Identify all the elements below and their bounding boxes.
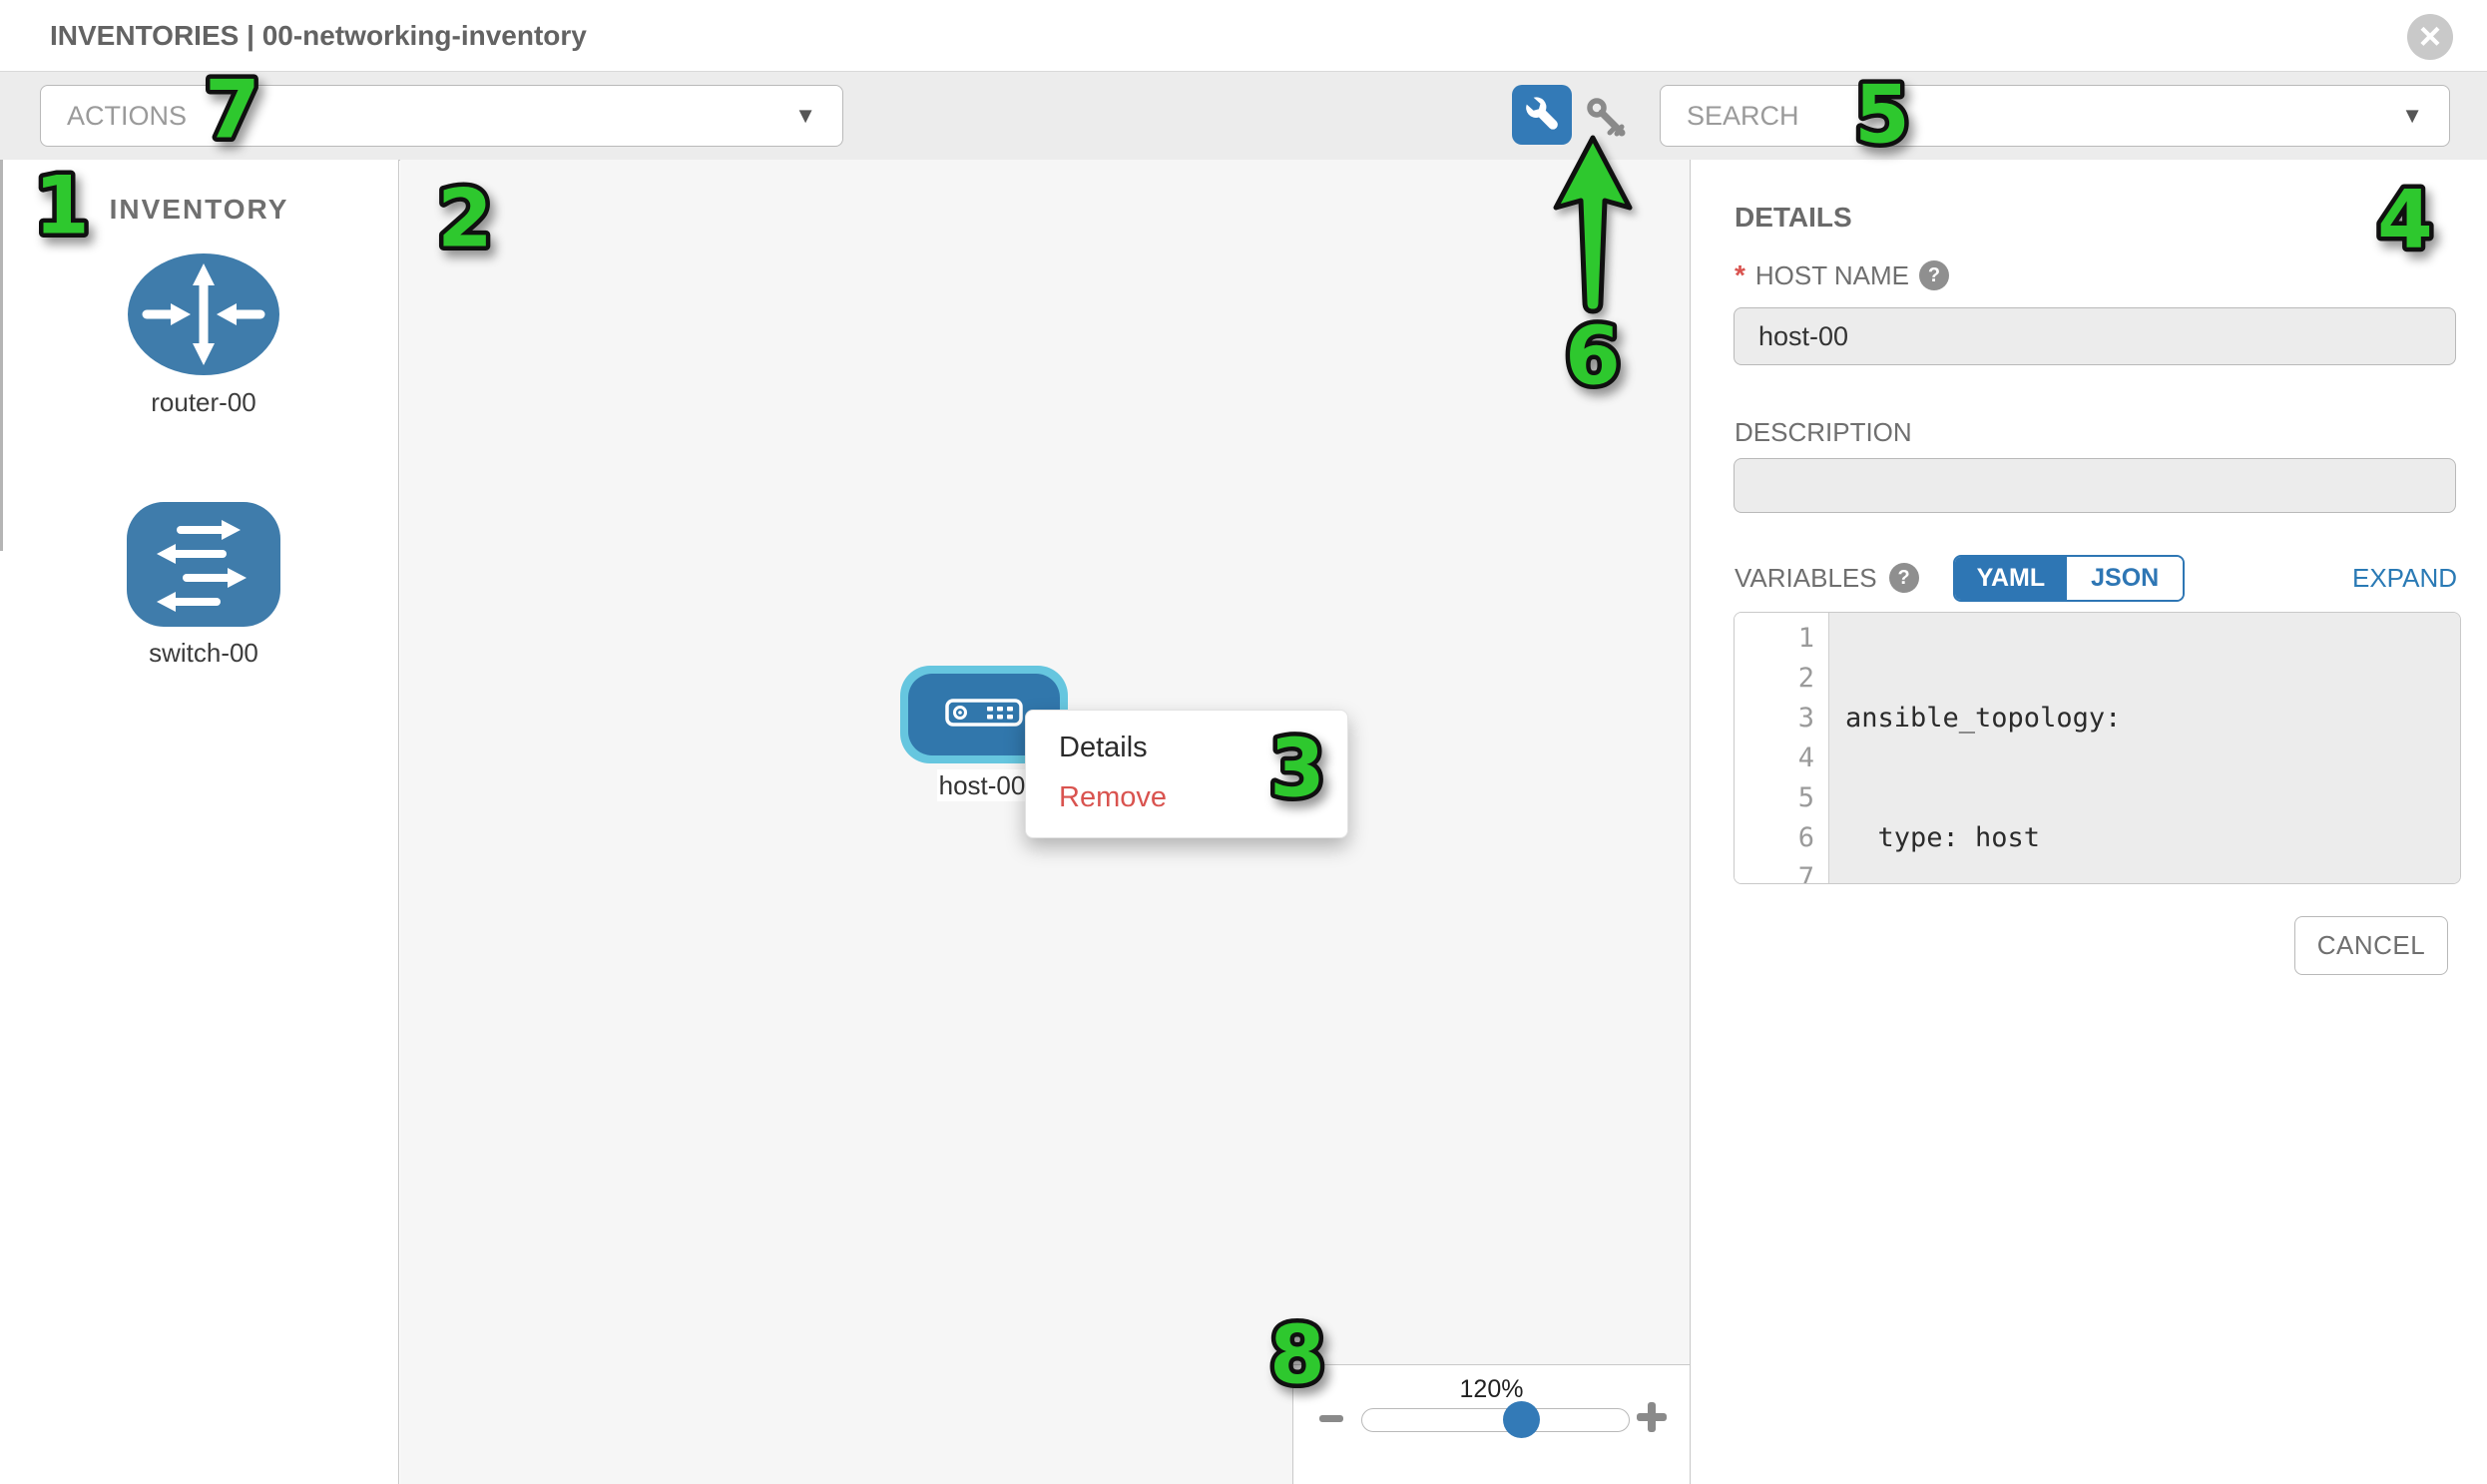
palette-item-router[interactable]: router-00 — [127, 252, 280, 418]
switch-icon — [127, 614, 280, 631]
search-dropdown[interactable]: SEARCH ▼ — [1660, 85, 2450, 147]
toggle-yaml-button[interactable]: YAML — [1955, 557, 2068, 600]
server-icon — [945, 699, 1023, 732]
variables-code-editor[interactable]: 1 2 3 4 5 6 7 ansible_topology: type: ho… — [1734, 612, 2461, 884]
zoom-slider-track[interactable] — [1361, 1408, 1630, 1432]
format-toggle: YAML JSON — [1953, 555, 2186, 602]
inventory-topology-app: INVENTORIES | 00-networking-inventory × … — [0, 0, 2487, 1484]
context-menu-remove[interactable]: Remove — [1026, 772, 1347, 822]
page-title: INVENTORIES | 00-networking-inventory — [50, 20, 587, 52]
configure-button[interactable] — [1512, 85, 1572, 145]
search-dropdown-label: SEARCH — [1687, 101, 1799, 132]
topology-canvas[interactable]: host-00 Details Remove 120% — [400, 160, 1690, 1484]
cancel-button[interactable]: CANCEL — [2294, 916, 2448, 975]
zoom-slider-handle[interactable] — [1503, 1401, 1540, 1438]
editor-line-numbers: 1 2 3 4 5 6 7 — [1735, 613, 1829, 883]
host-name-label: HOST NAME — [1755, 260, 1909, 291]
palette-item-label: switch-00 — [127, 638, 280, 669]
wrench-icon — [1523, 94, 1561, 137]
page-header: INVENTORIES | 00-networking-inventory × — [0, 0, 2487, 72]
details-panel: DETAILS * HOST NAME ? DESCRIPTION VARIAB… — [1690, 160, 2487, 1484]
host-name-field[interactable] — [1734, 307, 2456, 365]
key-button[interactable] — [1585, 96, 1629, 145]
zoom-in-button[interactable] — [1637, 1401, 1667, 1431]
context-menu-details[interactable]: Details — [1026, 723, 1347, 772]
zoom-control-panel: 120% — [1292, 1364, 1690, 1484]
description-field[interactable] — [1734, 458, 2456, 513]
actions-dropdown-label: ACTIONS — [67, 101, 187, 132]
expand-link[interactable]: EXPAND — [2352, 563, 2457, 594]
chevron-down-icon: ▼ — [2401, 103, 2423, 129]
actions-dropdown[interactable]: ACTIONS ▼ — [40, 85, 843, 147]
variables-row: VARIABLES ? YAML JSON EXPAND — [1735, 557, 2457, 599]
details-heading: DETAILS — [1735, 202, 1852, 234]
variables-label: VARIABLES — [1735, 563, 1877, 594]
editor-code[interactable]: ansible_topology: type: host name: host-… — [1829, 613, 2460, 883]
router-icon — [127, 363, 280, 380]
zoom-level-value: 120% — [1293, 1375, 1690, 1404]
sidebar-heading: INVENTORY — [0, 194, 398, 226]
palette-item-label: router-00 — [127, 387, 280, 418]
toggle-json-button[interactable]: JSON — [2067, 557, 2183, 600]
inventory-sidebar: INVENTORY router-00 — [0, 160, 399, 1484]
chevron-down-icon: ▼ — [794, 103, 816, 129]
description-label: DESCRIPTION — [1735, 417, 1912, 448]
context-menu: Details Remove — [1025, 710, 1348, 838]
help-icon: ? — [1889, 563, 1919, 593]
host-node-label: host-00 — [937, 769, 1027, 801]
palette-item-switch[interactable]: switch-00 — [127, 502, 280, 669]
help-icon: ? — [1919, 260, 1949, 290]
close-icon[interactable]: × — [2407, 14, 2453, 60]
host-name-label-row: * HOST NAME ? — [1735, 259, 1949, 291]
toolbar: ACTIONS ▼ SEARCH ▼ — [0, 72, 2487, 161]
required-marker: * — [1735, 259, 1745, 291]
key-icon — [1585, 127, 1629, 144]
zoom-out-button[interactable] — [1319, 1415, 1343, 1422]
